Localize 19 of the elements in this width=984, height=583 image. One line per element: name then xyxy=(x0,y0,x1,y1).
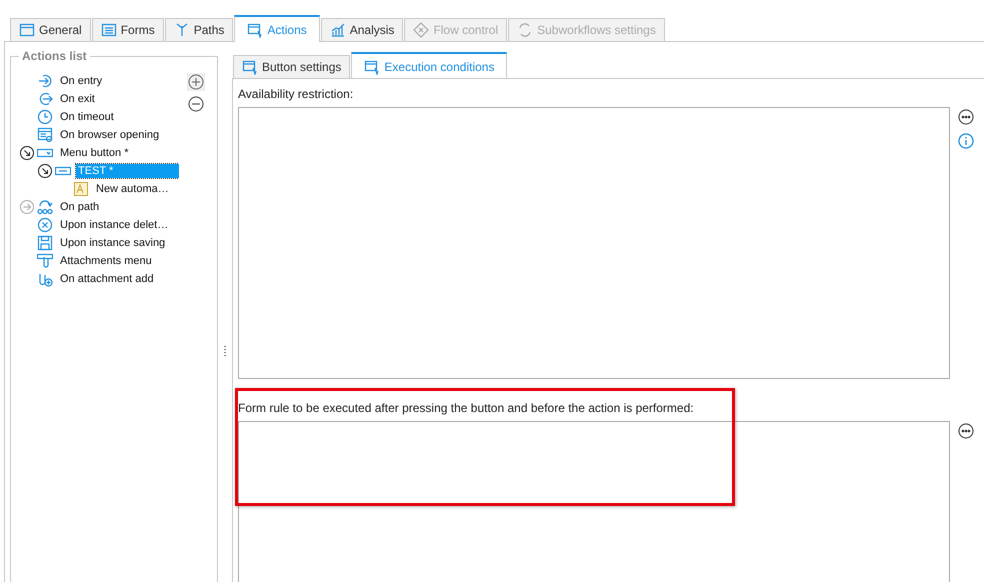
tab[interactable]: Forms xyxy=(92,18,164,41)
field-label: Availability restriction: xyxy=(238,87,354,101)
tab[interactable]: Button settings xyxy=(233,55,350,78)
tree-item[interactable]: Menu button * xyxy=(58,146,130,160)
tree-item[interactable]: Upon instance saving xyxy=(58,236,168,250)
tab[interactable]: Paths xyxy=(164,18,234,41)
tree-item[interactable]: New automa… xyxy=(94,182,171,196)
field-label: Form rule to be executed after pressing the button and before the action is performed: xyxy=(238,401,695,415)
tree-item[interactable]: Upon instance delet… xyxy=(58,218,170,232)
tree-item[interactable]: Attachments menu xyxy=(58,254,154,268)
tree-item[interactable]: On path xyxy=(58,200,102,214)
tab[interactable]: Analysis xyxy=(320,18,404,41)
tab[interactable]: General xyxy=(10,18,91,41)
group-title: Actions list xyxy=(19,49,90,63)
tree-item[interactable]: On exit xyxy=(58,92,97,106)
tree-item[interactable]: On timeout xyxy=(58,110,116,124)
tree-item[interactable]: On entry xyxy=(58,74,104,88)
tree-item[interactable]: On browser opening xyxy=(58,128,162,142)
tree-item[interactable]: On attachment add xyxy=(58,272,156,286)
